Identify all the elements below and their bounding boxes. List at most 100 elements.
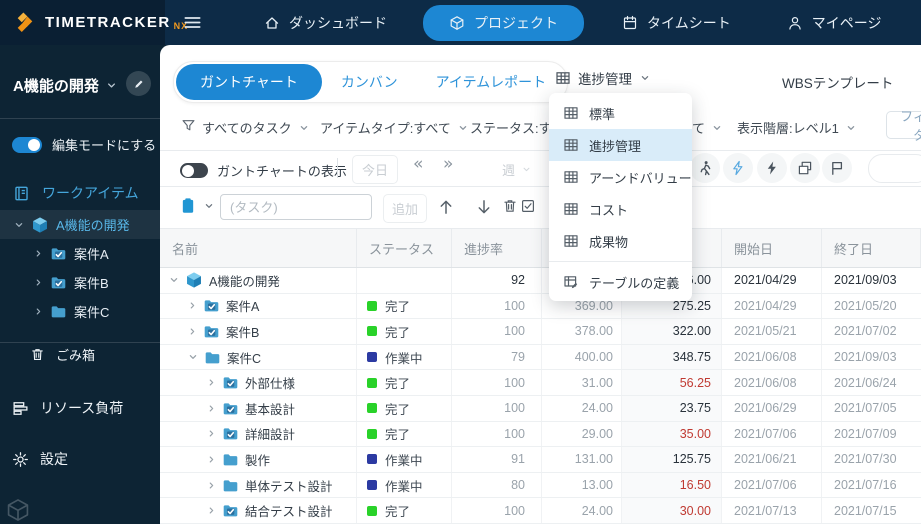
cube-icon xyxy=(449,15,465,31)
work-item-table: A機能の開発92946.002021/04/292021/09/03案件A完了1… xyxy=(160,268,921,524)
menu-item-earned-value[interactable]: アーンドバリュー xyxy=(549,161,692,193)
chevron-right-icon[interactable] xyxy=(206,480,217,491)
edit-mode-toggle[interactable] xyxy=(12,136,42,153)
tree-item-anken-c[interactable]: 案件C xyxy=(0,297,160,326)
chevron-down-icon[interactable] xyxy=(187,351,199,363)
chevron-right-icon[interactable] xyxy=(187,326,198,337)
item-type-dropdown[interactable] xyxy=(179,197,215,215)
cell-end-date: 2021/07/02 xyxy=(834,324,897,339)
nav-item-project[interactable]: プロジェクト xyxy=(423,4,584,41)
table-row[interactable]: 外部仕様 完了 100 31.00 56.25 2021/06/08 2021/06/24 xyxy=(160,370,921,396)
menu-item-standard[interactable]: 標準 xyxy=(549,97,692,129)
menu-item-table-definition[interactable]: テーブルの定義 xyxy=(549,266,692,298)
new-task-input[interactable] xyxy=(220,194,372,220)
tab-item-report[interactable]: アイテムレポート xyxy=(417,64,566,100)
edit-mode-toggle-row: 編集モードにする xyxy=(12,135,156,154)
menu-item-cost[interactable]: コスト xyxy=(549,193,692,225)
menu-item-deliverable[interactable]: 成果物 xyxy=(549,225,692,257)
select-items-icon[interactable] xyxy=(520,198,536,214)
app-logo[interactable]: TIMETRACKER NX xyxy=(0,0,187,45)
cell-name: 案件B xyxy=(160,319,357,344)
folder-icon xyxy=(204,349,221,366)
edit-project-button[interactable] xyxy=(126,71,151,96)
copy-button[interactable] xyxy=(790,153,820,183)
table-view-menu: 標準 進捗管理 アーンドバリュー コスト 成果物テーブルの定義 xyxy=(549,93,692,301)
chevron-right-icon[interactable] xyxy=(187,300,198,311)
column-header-end[interactable]: 終了日 xyxy=(822,229,921,267)
status-label: 完了 xyxy=(385,377,411,392)
filter-task-scope[interactable]: すべてのタスク xyxy=(202,118,310,137)
column-header-status[interactable]: ステータス xyxy=(357,229,452,267)
table-row[interactable]: 結合テスト設計 完了 100 24.00 30.00 2021/07/13 2021/07/… xyxy=(160,498,921,524)
table-view-selector[interactable]: 進捗管理 xyxy=(555,68,651,88)
sidebar-divider xyxy=(0,118,160,119)
status-color-dot xyxy=(367,505,377,516)
cell-start-date: 2021/05/21 xyxy=(722,319,822,344)
filter-button[interactable]: フィルタ xyxy=(886,109,921,143)
cell-start-date: 2021/06/08 xyxy=(722,344,822,370)
tab-gantt[interactable]: ガントチャート xyxy=(176,64,322,100)
bolt-button[interactable] xyxy=(757,153,787,183)
move-up-icon[interactable] xyxy=(437,198,455,216)
flag-button[interactable] xyxy=(822,153,852,183)
column-header-start[interactable]: 開始日 xyxy=(722,229,822,267)
nav-item-dashboard[interactable]: ダッシュボード xyxy=(250,5,401,41)
view-tabs: ガントチャート カンバン アイテムレポート xyxy=(173,61,569,103)
chevron-right-icon[interactable] xyxy=(206,428,217,439)
filter-display-level[interactable]: 表示階層:レベル1 xyxy=(737,118,857,137)
work-item-tree: A機能の開発 案件A 案件B 案件C xyxy=(0,210,160,326)
table-row[interactable]: 案件A 完了 100 369.00 275.25 2021/04/29 2021/05/20 xyxy=(160,293,921,320)
filter-item-type[interactable]: アイテムタイプ:すべて xyxy=(320,118,469,137)
walk-button[interactable] xyxy=(690,153,720,183)
cell-planned: 24.00 xyxy=(542,498,622,523)
chevron-right-icon[interactable] xyxy=(206,403,217,414)
sidebar-item-resource-load[interactable]: リソース負荷 xyxy=(12,398,123,418)
column-header-progress[interactable]: 進捗率 xyxy=(452,229,542,267)
tree-item-anken-a[interactable]: 案件A xyxy=(0,239,160,268)
chevron-right-icon[interactable] xyxy=(206,454,217,465)
calendar-icon xyxy=(622,15,638,31)
sidebar-item-settings[interactable]: 設定 xyxy=(12,449,68,469)
work-items-label: ワークアイテム xyxy=(42,185,139,201)
folder-check-icon xyxy=(203,323,220,340)
chevron-down-icon xyxy=(105,79,118,92)
tree-item-root[interactable]: A機能の開発 xyxy=(0,210,160,239)
add-task-button[interactable]: 追加 xyxy=(383,194,427,223)
cell-planned: 24.00 xyxy=(542,395,622,421)
filter-partially-hidden[interactable]: て xyxy=(692,118,723,137)
nav-item-mypage[interactable]: マイページ xyxy=(773,5,896,41)
toolbar-partial-control[interactable] xyxy=(868,154,921,183)
menu-icon[interactable] xyxy=(183,13,202,32)
cell-status: 完了 xyxy=(357,370,452,395)
table-row[interactable]: 詳細設計 完了 100 29.00 35.00 2021/07/06 2021/07/09 xyxy=(160,421,921,448)
table-row[interactable]: 製作 作業中 91 131.00 125.75 2021/06/21 2021/07/30 xyxy=(160,447,921,473)
flag-icon xyxy=(829,160,845,176)
tab-kanban[interactable]: カンバン xyxy=(322,64,417,100)
menu-item-progress[interactable]: 進捗管理 xyxy=(549,129,692,161)
cell-progress: 100 xyxy=(452,498,542,523)
table-row[interactable]: 基本設計 完了 100 24.00 23.75 2021/06/29 2021/07/05 xyxy=(160,395,921,422)
filter-bar: すべてのタスク アイテムタイプ:すべて ステータス:すべてて表示階層:レベル1 フィ… xyxy=(160,107,921,147)
chevron-right-icon[interactable] xyxy=(206,505,217,516)
table-row[interactable]: 案件C 作業中 79 400.00 348.75 2021/06/08 2021/09/03 xyxy=(160,344,921,371)
cube-solid-icon xyxy=(31,216,49,234)
move-down-icon[interactable] xyxy=(475,198,493,216)
column-header-name[interactable]: 名前 xyxy=(160,229,357,267)
table-row[interactable]: A機能の開発92946.002021/04/292021/09/03 xyxy=(160,268,921,294)
tree-item-anken-b[interactable]: 案件B xyxy=(0,268,160,297)
chevron-right-icon[interactable] xyxy=(206,377,217,388)
nav-item-timesheet[interactable]: タイムシート xyxy=(608,5,745,41)
delete-item-icon[interactable] xyxy=(502,198,518,214)
status-label: 完了 xyxy=(385,325,411,340)
table-row[interactable]: 案件B 完了 100 378.00 322.00 2021/05/21 2021/07/02 xyxy=(160,319,921,345)
chevron-down-icon[interactable] xyxy=(168,274,180,286)
wbs-template-button[interactable]: WBSテンプレート xyxy=(782,72,893,92)
table-row[interactable]: 単体テスト設計 作業中 80 13.00 16.50 2021/07/06 2021/07/… xyxy=(160,472,921,499)
bolt-outline-button[interactable] xyxy=(723,153,753,183)
project-selector[interactable]: A機能の開発 xyxy=(13,71,153,96)
status-color-dot xyxy=(367,352,377,363)
sidebar-item-trash[interactable]: ごみ箱 xyxy=(30,345,95,364)
sidebar-item-work-items[interactable]: ワークアイテム xyxy=(13,183,139,203)
status-color-dot xyxy=(367,300,377,311)
resource-load-icon xyxy=(12,400,29,417)
